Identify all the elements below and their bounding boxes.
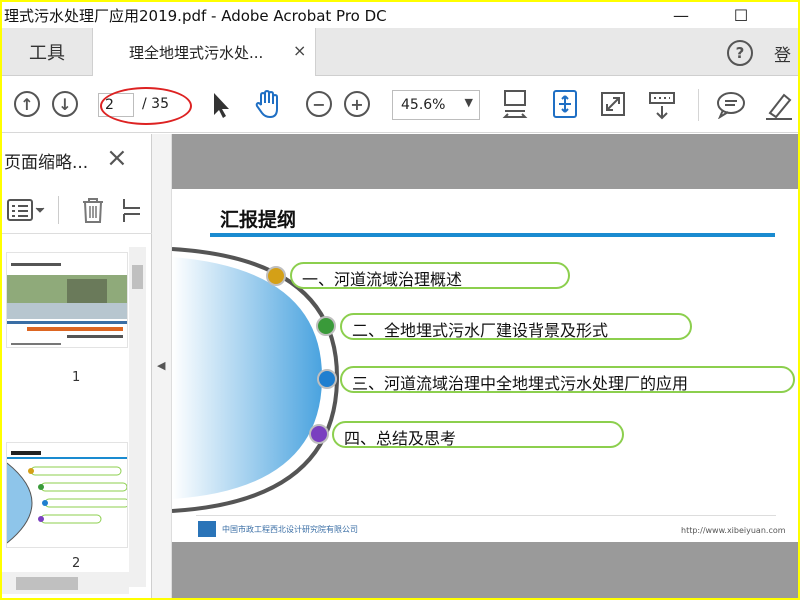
hand-tool-icon[interactable] (254, 89, 284, 121)
thumbnail-1-preview (7, 253, 127, 347)
zoom-in-icon[interactable]: + (344, 91, 370, 117)
thumbnail-options-icon[interactable] (6, 198, 46, 222)
maximize-button[interactable]: ☐ (718, 2, 764, 28)
previous-page-icon[interactable]: ↑ (14, 91, 40, 117)
next-page-icon[interactable]: ↓ (52, 91, 78, 117)
select-tool-icon[interactable] (210, 91, 230, 119)
panel-toolbar (2, 186, 152, 234)
comment-icon[interactable] (716, 91, 746, 119)
outline-item-3: 三、河道流域治理中全地埋式污水处理厂的应用 (340, 366, 795, 393)
page-thumbnail-2[interactable] (6, 442, 128, 548)
thumbnail-2-preview (7, 443, 127, 547)
footer-company-name: 中国市政工程西北设计研究院有限公司 (222, 525, 358, 534)
company-logo (198, 521, 216, 537)
full-screen-icon[interactable] (600, 91, 626, 117)
outline-item-1: 一、河道流域治理概述 (290, 262, 570, 289)
sign-in-button[interactable]: 登 (774, 41, 791, 66)
toolbar-separator (698, 89, 699, 121)
chevron-down-icon: ▼ (464, 96, 473, 109)
thumbnail-2-number: 2 (72, 556, 81, 571)
tab-tools[interactable]: 工具 (2, 28, 92, 76)
panel-collapse-strip[interactable]: ◀ (152, 134, 172, 598)
highlight-pen-icon[interactable] (764, 89, 794, 121)
acrobat-window: 理式污水处理厂应用2019.pdf - Adobe Acrobat Pro DC… (2, 2, 798, 598)
scrollbar-thumb[interactable] (132, 265, 143, 289)
outline-item-4: 四、总结及思考 (332, 421, 624, 448)
scrolling-mode-icon[interactable] (648, 91, 676, 121)
footer-divider (196, 515, 776, 516)
item-3-dot (317, 369, 337, 389)
thumbnails-horizontal-scrollbar[interactable] (2, 572, 129, 594)
scrollbar-thumb[interactable] (16, 577, 78, 590)
help-icon[interactable]: ? (727, 40, 753, 66)
title-bar: 理式污水处理厂应用2019.pdf - Adobe Acrobat Pro DC… (2, 2, 798, 28)
outline-item-2: 二、全地埋式污水厂建设背景及形式 (340, 313, 692, 340)
page-thumbnails-panel: 页面缩略... × 1 2 (2, 134, 152, 598)
zoom-level-select[interactable]: 45.6% ▼ (392, 90, 480, 120)
tab-document-label: 理全地埋式污水处... (129, 44, 264, 62)
page-thumbnail-1[interactable] (6, 252, 128, 348)
collapse-panel-icon[interactable]: ◀ (157, 359, 165, 372)
close-panel-icon[interactable]: × (106, 143, 128, 173)
item-4-dot (309, 424, 329, 444)
fit-width-icon[interactable] (502, 89, 528, 123)
tab-document[interactable]: 理全地埋式污水处... × (92, 28, 316, 76)
document-view[interactable]: 汇报提纲 一、河道流域治理概述 二、全地埋式污水厂建设背景及形式 三、河道流域治… (172, 134, 798, 598)
footer-url: http://www.xibeiyuan.com (681, 526, 786, 535)
main-toolbar: ↑ ↓ 2 / 35 − + 45.6% ▼ (2, 77, 798, 133)
insert-page-icon[interactable] (120, 196, 142, 224)
trash-icon[interactable] (80, 196, 106, 224)
panel-title: 页面缩略... (4, 153, 89, 173)
red-annotation-oval (100, 87, 192, 125)
zoom-level-value: 45.6% (401, 97, 446, 113)
panel-separator (58, 196, 59, 224)
minimize-button[interactable]: — (658, 2, 704, 28)
tab-bar: 工具 理全地埋式污水处... × ? 登 (2, 28, 798, 76)
thumbnails-vertical-scrollbar[interactable] (129, 247, 146, 587)
pdf-page: 汇报提纲 一、河道流域治理概述 二、全地埋式污水厂建设背景及形式 三、河道流域治… (172, 189, 798, 542)
fit-page-icon[interactable] (552, 89, 578, 119)
window-title: 理式污水处理厂应用2019.pdf - Adobe Acrobat Pro DC (4, 7, 387, 25)
zoom-out-icon[interactable]: − (306, 91, 332, 117)
item-2-dot (316, 316, 336, 336)
close-tab-icon[interactable]: × (293, 41, 306, 60)
item-1-dot (266, 266, 286, 286)
thumbnail-1-number: 1 (72, 370, 81, 385)
